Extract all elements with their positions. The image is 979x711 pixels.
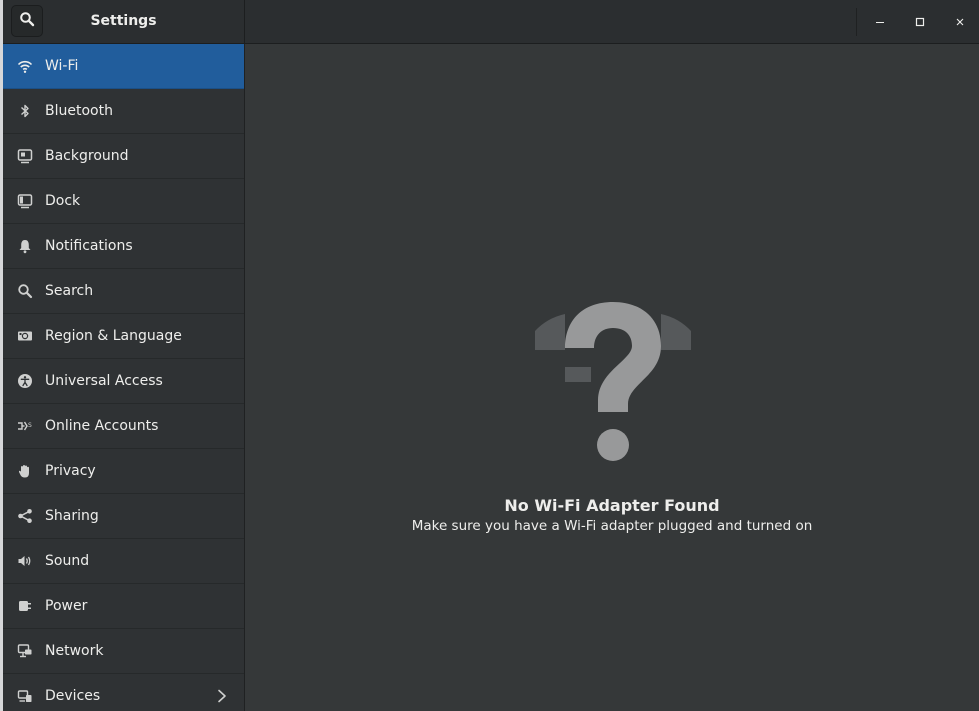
region-icon — [17, 328, 33, 344]
sidebar-item-label: Devices — [45, 688, 101, 704]
close-icon — [955, 12, 965, 31]
chevron-right-icon — [216, 688, 228, 704]
sidebar-item-sound[interactable]: Sound — [3, 539, 244, 584]
minimize-icon — [875, 12, 885, 31]
search-icon — [19, 11, 35, 31]
sidebar-item-label: Search — [45, 283, 94, 299]
sidebar-item-label: Wi-Fi — [45, 58, 79, 74]
wifi-panel: No Wi-Fi Adapter Found Make sure you hav… — [245, 44, 979, 711]
devices-icon — [17, 688, 33, 704]
sidebar-item-power[interactable]: Power — [3, 584, 244, 629]
sidebar-item-label: Universal Access — [45, 373, 163, 389]
sidebar-item-label: Dock — [45, 193, 81, 209]
sidebar-item-label: Sharing — [45, 508, 99, 524]
sidebar-item-background[interactable]: Background — [3, 134, 244, 179]
share-icon — [17, 508, 33, 524]
header-separator — [856, 8, 857, 36]
sidebar-item-label: Power — [45, 598, 88, 614]
sidebar-item-privacy[interactable]: Privacy — [3, 449, 244, 494]
sidebar-item-label: Bluetooth — [45, 103, 113, 119]
sidebar-item-search[interactable]: Search — [3, 269, 244, 314]
sidebar-item-online-accounts[interactable]: S Online Accounts — [3, 404, 244, 449]
sidebar-item-label: Sound — [45, 553, 90, 569]
unknown-wifi-question-icon — [532, 300, 694, 464]
settings-window: Settings Wi-Fi Bluetooth Background Dock… — [0, 0, 979, 711]
sidebar-item-label: Online Accounts — [45, 418, 159, 434]
svg-text:S: S — [28, 422, 32, 429]
minimize-button[interactable] — [865, 7, 895, 35]
sidebar-item-devices[interactable]: Devices — [3, 674, 244, 711]
sidebar-item-label: Privacy — [45, 463, 96, 479]
accessibility-icon — [17, 373, 33, 389]
online-accounts-icon: S — [17, 418, 33, 434]
window-title: Settings — [90, 13, 157, 29]
background-icon — [17, 148, 33, 164]
sidebar-header: Settings — [3, 0, 245, 44]
sidebar-item-bluetooth[interactable]: Bluetooth — [3, 89, 244, 134]
bell-icon — [17, 238, 33, 254]
sidebar-item-label: Network — [45, 643, 104, 659]
sidebar-item-label: Background — [45, 148, 129, 164]
sidebar-item-region-language[interactable]: Region & Language — [3, 314, 244, 359]
content-header — [245, 0, 979, 44]
empty-state-subtitle: Make sure you have a Wi-Fi adapter plugg… — [411, 518, 813, 534]
sidebar-item-wifi[interactable]: Wi-Fi — [3, 44, 244, 89]
sidebar-item-network[interactable]: Network — [3, 629, 244, 674]
search-button[interactable] — [11, 5, 43, 37]
network-icon — [17, 643, 33, 659]
maximize-icon — [915, 12, 925, 31]
sidebar-item-label: Notifications — [45, 238, 133, 254]
sidebar-item-dock[interactable]: Dock — [3, 179, 244, 224]
close-button[interactable] — [945, 7, 975, 35]
settings-sidebar: Wi-Fi Bluetooth Background Dock Notifica… — [3, 44, 245, 711]
sidebar-item-notifications[interactable]: Notifications — [3, 224, 244, 269]
hand-icon — [17, 463, 33, 479]
search-icon — [17, 283, 33, 299]
dock-icon — [17, 193, 33, 209]
sidebar-item-sharing[interactable]: Sharing — [3, 494, 244, 539]
power-plug-icon — [17, 598, 33, 614]
sidebar-item-universal-access[interactable]: Universal Access — [3, 359, 244, 404]
wifi-icon — [17, 58, 33, 74]
sidebar-item-label: Region & Language — [45, 328, 182, 344]
empty-state-title: No Wi-Fi Adapter Found — [504, 496, 720, 515]
bluetooth-icon — [17, 103, 33, 119]
speaker-icon — [17, 553, 33, 569]
maximize-button[interactable] — [905, 7, 935, 35]
